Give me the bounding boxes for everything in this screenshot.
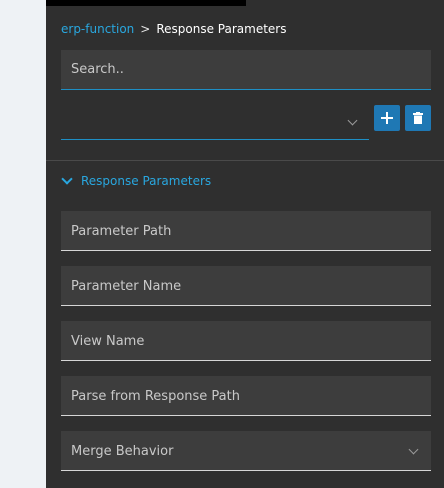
search-field[interactable]: [61, 50, 431, 90]
left-background: [0, 0, 46, 488]
add-button[interactable]: [374, 105, 400, 131]
field-label: Parse from Response Path: [71, 389, 240, 404]
chevron-down-icon: [408, 444, 419, 455]
plus-icon: [381, 112, 393, 124]
parameter-name-field[interactable]: Parameter Name: [61, 266, 431, 306]
trash-icon: [413, 112, 423, 124]
field-label: View Name: [71, 334, 145, 349]
delete-button[interactable]: [405, 105, 431, 131]
breadcrumb-separator: >: [140, 22, 151, 36]
chevron-down-icon: [347, 115, 358, 126]
section-header-toggle[interactable]: Response Parameters: [61, 173, 211, 189]
search-input[interactable]: [61, 50, 431, 89]
field-label: Merge Behavior: [71, 444, 174, 459]
parameter-select[interactable]: [61, 103, 369, 140]
section-title: Response Parameters: [81, 174, 212, 188]
breadcrumb-parent-link[interactable]: erp-function: [61, 22, 134, 36]
parse-from-response-path-field[interactable]: Parse from Response Path: [61, 376, 431, 416]
chevron-down-icon: [61, 173, 73, 185]
breadcrumb: erp-function > Response Parameters: [61, 21, 287, 37]
section-divider: [46, 160, 444, 161]
breadcrumb-current: Response Parameters: [156, 22, 287, 36]
top-black-bar: [46, 0, 246, 6]
view-name-field[interactable]: View Name: [61, 321, 431, 361]
merge-behavior-select[interactable]: Merge Behavior: [61, 431, 431, 471]
field-label: Parameter Name: [71, 279, 182, 294]
parameter-path-field[interactable]: Parameter Path: [61, 211, 431, 251]
field-label: Parameter Path: [71, 224, 172, 239]
